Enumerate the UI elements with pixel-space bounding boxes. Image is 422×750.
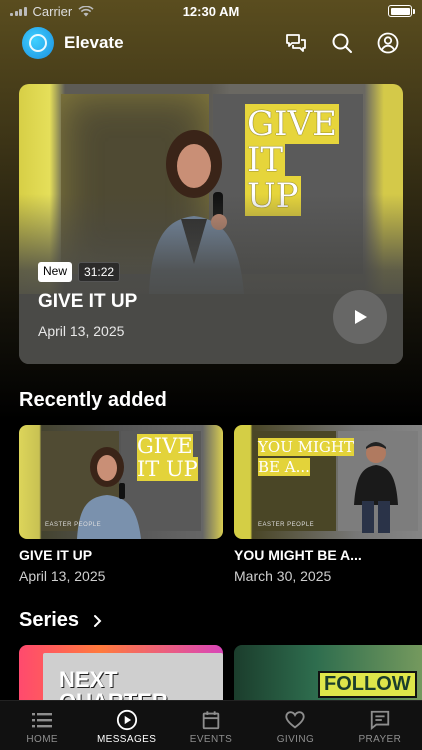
- calendar-icon: [202, 711, 220, 730]
- signal-icon: [10, 6, 27, 16]
- featured-message-card[interactable]: GIVE IT UP New 31:22 GIVE IT UP April 13…: [19, 84, 403, 364]
- series-card[interactable]: FOLLOW: [234, 645, 422, 705]
- series-card[interactable]: NEXT QUARTER: [19, 645, 223, 705]
- featured-date: April 13, 2025: [38, 323, 125, 339]
- series-card-label: FOLLOW: [318, 671, 417, 698]
- bottom-tab-bar: HOME MESSAGES EVENTS GIVING PRAYER: [0, 700, 422, 750]
- recent-item-thumbnail[interactable]: YOU MIGHT BE A... EASTER PEOPLE: [234, 425, 422, 539]
- speaker-photo: [354, 442, 398, 533]
- play-circle-icon: [116, 709, 137, 731]
- play-button[interactable]: [333, 290, 387, 344]
- recent-item-date: April 13, 2025: [19, 568, 106, 584]
- app-logo[interactable]: [22, 27, 54, 59]
- tab-label: HOME: [26, 734, 58, 745]
- search-icon[interactable]: [330, 31, 354, 55]
- recently-added-heading: Recently added: [19, 389, 167, 411]
- tab-label: MESSAGES: [96, 734, 157, 745]
- tab-label: GIVING: [276, 734, 315, 745]
- status-left: Carrier: [10, 4, 94, 19]
- tab-prayer[interactable]: PRAYER: [338, 701, 422, 750]
- thumb-caption: EASTER PEOPLE: [258, 522, 315, 528]
- duration-badge: 31:22: [78, 262, 121, 282]
- featured-title: GIVE IT UP: [38, 291, 138, 312]
- heart-icon: [285, 711, 306, 729]
- app-header: Elevate: [22, 26, 400, 60]
- chevron-right-icon: [94, 614, 102, 627]
- list-icon: [32, 713, 53, 728]
- recent-item-title[interactable]: GIVE IT UP: [19, 547, 92, 563]
- header-actions: [284, 31, 400, 55]
- profile-icon[interactable]: [376, 31, 400, 55]
- new-badge: New: [38, 262, 73, 282]
- recent-item-title[interactable]: YOU MIGHT BE A...: [234, 547, 362, 563]
- wifi-icon: [78, 5, 94, 16]
- tab-home[interactable]: HOME: [0, 701, 84, 750]
- tab-label: EVENTS: [189, 734, 233, 745]
- featured-badges: New 31:22: [38, 262, 121, 282]
- tab-events[interactable]: EVENTS: [169, 701, 253, 750]
- thumb-artwork-title: YOU MIGHT BE A...: [258, 438, 354, 476]
- app-name: Elevate: [64, 33, 124, 52]
- thumb-caption: EASTER PEOPLE: [45, 522, 102, 528]
- tab-label: PRAYER: [358, 734, 402, 745]
- message-square-icon: [370, 710, 389, 731]
- recent-item-thumbnail[interactable]: GIVE IT UP EASTER PEOPLE: [19, 425, 223, 539]
- play-icon: [355, 310, 367, 324]
- tab-giving[interactable]: GIVING: [253, 701, 337, 750]
- chat-icon[interactable]: [284, 31, 308, 55]
- recent-item-date: March 30, 2025: [234, 568, 332, 584]
- carrier-label: Carrier: [32, 3, 73, 19]
- series-heading[interactable]: Series: [19, 609, 103, 632]
- battery-icon: [388, 5, 415, 17]
- series-heading-label: Series: [19, 609, 80, 631]
- tab-messages[interactable]: MESSAGES: [84, 701, 168, 750]
- status-bar: Carrier 12:30 AM: [0, 0, 422, 22]
